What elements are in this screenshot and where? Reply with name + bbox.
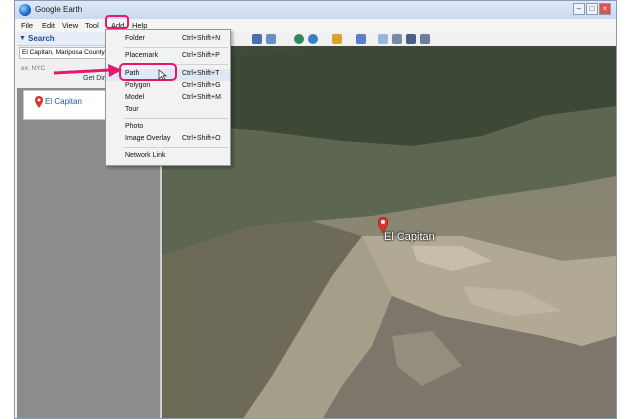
window-title: Google Earth [35,5,83,14]
search-result-label[interactable]: El Capitan [45,97,82,106]
menu-item-shortcut: Ctrl+Shift+N [182,35,221,42]
sun-icon[interactable] [308,34,318,44]
menu-item-placemark[interactable]: Placemark Ctrl+Shift+P [106,51,230,63]
menu-view[interactable]: View [62,21,78,30]
add-menu-dropdown: Folder Ctrl+Shift+N Placemark Ctrl+Shift… [105,29,231,166]
menu-item-label: Model [125,94,145,101]
menu-item-label: Network Link [125,152,166,159]
menu-item-label: Image Overlay [125,135,171,142]
menu-edit[interactable]: Edit [42,21,55,30]
window-controls: – □ × [573,3,613,16]
placemark-pin-icon [35,96,43,108]
menu-item-shortcut: Ctrl+Shift+G [182,82,221,89]
mouse-cursor-icon [158,69,167,81]
path-item-highlight [119,63,177,81]
menu-item-polygon[interactable]: Polygon Ctrl+Shift+G [106,81,230,93]
map-placemark-label[interactable]: El Capitan [384,231,435,243]
menu-tools[interactable]: Tool [85,21,99,30]
google-earth-logo-icon [19,4,31,16]
add-placemark-icon[interactable] [266,34,276,44]
close-button[interactable]: × [599,3,611,15]
save-image-icon[interactable] [406,34,416,44]
add-menu-highlight [105,15,129,29]
search-hint: ex: NYC [21,65,46,72]
sidebar-toggle-icon[interactable] [252,34,262,44]
menu-item-label: Photo [125,123,144,130]
menu-item-label: Placemark [125,52,159,59]
menu-item-label: Polygon [125,82,151,89]
menu-item-image-overlay[interactable]: Image Overlay Ctrl+Shift+O [106,134,230,146]
email-icon[interactable] [378,34,388,44]
menu-item-network-link[interactable]: Network Link [106,151,230,163]
menu-item-tour[interactable]: Tour [106,105,230,117]
ruler-icon[interactable] [356,34,366,44]
historical-imagery-icon[interactable] [294,34,304,44]
menu-item-shortcut: Ctrl+Shift+T [182,70,220,77]
menu-item-shortcut: Ctrl+Shift+M [182,94,221,101]
menu-separator [124,47,228,48]
menu-item-label: Folder [125,35,145,42]
view-in-maps-icon[interactable] [420,34,430,44]
annotation-arrow-icon [54,64,122,77]
search-panel-title: Search [28,34,55,43]
planets-icon[interactable] [332,34,342,44]
minimize-button[interactable]: – [573,3,585,15]
menu-file[interactable]: File [21,21,33,30]
menu-item-shortcut: Ctrl+Shift+P [182,52,220,59]
menu-separator [124,118,228,119]
menu-item-photo[interactable]: Photo [106,122,230,134]
menu-item-folder[interactable]: Folder Ctrl+Shift+N [106,34,230,46]
menu-item-shortcut: Ctrl+Shift+O [182,135,221,142]
maximize-button[interactable]: □ [586,3,598,15]
menu-item-model[interactable]: Model Ctrl+Shift+M [106,93,230,105]
collapse-triangle-icon[interactable]: ▼ [19,35,26,42]
menu-item-label: Tour [125,106,139,113]
print-icon[interactable] [392,34,402,44]
menu-separator [124,147,228,148]
